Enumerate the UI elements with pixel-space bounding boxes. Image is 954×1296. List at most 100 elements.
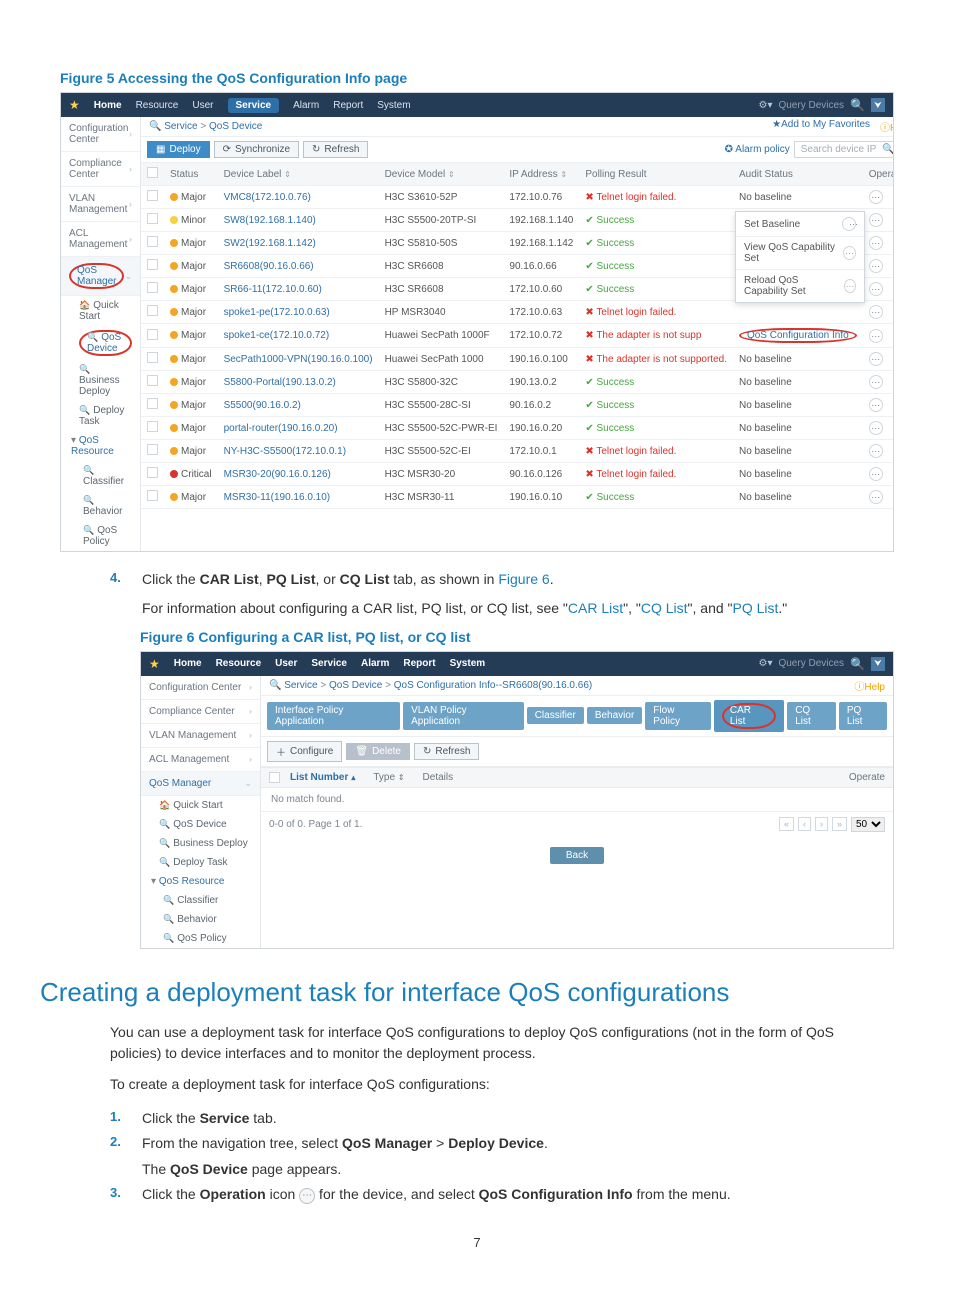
operation-icon[interactable]: ⋯ (869, 398, 883, 412)
row-checkbox[interactable] (147, 282, 158, 293)
nav-report[interactable]: Report (403, 658, 435, 669)
add-favorites[interactable]: ★Add to My Favorites (772, 119, 870, 134)
page-size-select[interactable]: 50 (851, 817, 885, 832)
device-link[interactable]: S5800-Portal(190.13.0.2) (224, 377, 336, 388)
tab-vlan-policy[interactable]: VLAN Policy Application (403, 702, 524, 730)
search-icon[interactable]: 🔍 (850, 657, 865, 671)
col-poll[interactable]: Polling Result (579, 163, 733, 186)
side-qos-policy[interactable]: 🔍QoS Policy (141, 929, 260, 948)
nav-alarm[interactable]: Alarm (361, 658, 389, 669)
tab-car-list[interactable]: CAR List (714, 700, 784, 732)
expand-icon[interactable]: ⮟ (871, 657, 885, 671)
side-config-center[interactable]: Configuration Center› (141, 676, 260, 700)
side-behavior[interactable]: 🔍Behavior (141, 910, 260, 929)
side-qos-resource[interactable]: QoS Resource (141, 872, 260, 891)
operation-icon[interactable]: ⋯ (869, 236, 883, 250)
pager-first[interactable]: « (779, 817, 794, 831)
col-model[interactable]: Device Model ⇕ (379, 163, 504, 186)
row-checkbox[interactable] (147, 305, 158, 316)
device-link[interactable]: MSR30-20(90.16.0.126) (224, 469, 331, 480)
side-vlan[interactable]: VLAN Management› (141, 724, 260, 748)
nav-resource[interactable]: Resource (136, 100, 179, 111)
query-devices[interactable]: Query Devices (778, 100, 844, 111)
col-status[interactable]: Status (164, 163, 218, 186)
side-deploy-task[interactable]: 🔍Deploy Task (141, 853, 260, 872)
deploy-button[interactable]: ▦Deploy (147, 141, 210, 158)
nav-alarm[interactable]: Alarm (293, 100, 319, 111)
device-link[interactable]: NY-H3C-S5500(172.10.0.1) (224, 446, 346, 457)
operation-icon[interactable]: ⋯ (869, 467, 883, 481)
col-list-number[interactable]: List Number ▴ (290, 772, 355, 783)
side-qos-device[interactable]: 🔍QoS Device (141, 815, 260, 834)
figure6-link[interactable]: Figure 6 (498, 571, 549, 587)
refresh-button[interactable]: ↻Refresh (303, 141, 368, 158)
nav-home[interactable]: Home (174, 658, 202, 669)
side-acl[interactable]: ACL Management› (141, 748, 260, 772)
row-checkbox[interactable] (147, 467, 158, 478)
side-quickstart[interactable]: 🏠Quick Start (141, 796, 260, 815)
operation-icon[interactable]: ⋯ (869, 375, 883, 389)
side-qos-manager[interactable]: QoS Manager⌄ (61, 257, 140, 296)
tab-cq-list[interactable]: CQ List (787, 702, 836, 730)
col-audit[interactable]: Audit Status (733, 163, 863, 186)
row-checkbox[interactable] (147, 352, 158, 363)
side-deploy-task[interactable]: 🔍Deploy Task (61, 401, 140, 431)
side-classifier[interactable]: 🔍Classifier (141, 891, 260, 910)
nav-system[interactable]: System (450, 658, 486, 669)
side-business-deploy[interactable]: 🔍Business Deploy (61, 360, 140, 401)
row-checkbox[interactable] (147, 375, 158, 386)
row-checkbox[interactable] (147, 444, 158, 455)
device-link[interactable]: SW2(192.168.1.142) (224, 238, 316, 249)
device-link[interactable]: SR6608(90.16.0.66) (224, 261, 314, 272)
operation-icon[interactable]: ⋯ (869, 282, 883, 296)
side-acl[interactable]: ACL Management› (61, 222, 140, 257)
nav-user[interactable]: User (192, 100, 213, 111)
operation-icon[interactable]: ⋯ (869, 305, 883, 319)
operation-icon[interactable]: ⋯ (869, 329, 883, 343)
nav-home[interactable]: Home (94, 100, 122, 111)
side-qos-resource[interactable]: QoS Resource (61, 431, 140, 461)
alarm-policy[interactable]: Alarm policy (725, 144, 790, 155)
side-compliance[interactable]: Compliance Center› (141, 700, 260, 724)
operation-icon[interactable]: ⋯ (869, 213, 883, 227)
device-link[interactable]: spoke1-ce(172.10.0.72) (224, 330, 330, 341)
search-icon[interactable]: 🔍 (850, 98, 865, 112)
back-button[interactable]: Back (550, 847, 604, 864)
side-compliance[interactable]: Compliance Center› (61, 152, 140, 187)
row-checkbox[interactable] (147, 421, 158, 432)
gear-icon[interactable]: ⚙▾ (758, 100, 772, 111)
query-devices[interactable]: Query Devices (778, 658, 844, 669)
pager-prev[interactable]: ‹ (798, 817, 811, 831)
operation-icon[interactable]: ⋯ (869, 421, 883, 435)
nav-service[interactable]: Service (228, 98, 280, 113)
refresh-button[interactable]: ↻Refresh (414, 743, 479, 760)
pager-next[interactable]: › (815, 817, 828, 831)
delete-button[interactable]: 🗑Delete (346, 743, 410, 760)
col-type[interactable]: Type ⇕ (373, 772, 404, 783)
device-link[interactable]: S5500(90.16.0.2) (224, 400, 301, 411)
device-link[interactable]: SW8(192.168.1.140) (224, 215, 316, 226)
device-link[interactable]: portal-router(190.16.0.20) (224, 423, 338, 434)
row-checkbox[interactable] (147, 329, 158, 340)
nav-user[interactable]: User (275, 658, 297, 669)
side-quickstart[interactable]: 🏠Quick Start (61, 296, 140, 326)
pager-last[interactable]: » (832, 817, 847, 831)
row-checkbox[interactable] (147, 190, 158, 201)
menu-reload-capability[interactable]: Reload QoS Capability Set⋯ (736, 270, 864, 302)
side-classifier[interactable]: 🔍Classifier (61, 461, 140, 491)
menu-set-baseline[interactable]: Set Baseline⋯ (736, 212, 864, 237)
row-checkbox[interactable] (147, 213, 158, 224)
side-qos-policy[interactable]: 🔍QoS Policy (61, 521, 140, 551)
col-label[interactable]: Device Label ⇕ (218, 163, 379, 186)
cq-list-link[interactable]: CQ List (641, 600, 688, 616)
device-link[interactable]: spoke1-pe(172.10.0.63) (224, 307, 330, 318)
operation-icon[interactable]: ⋯ (869, 490, 883, 504)
help-link[interactable]: ⓘHelp (854, 678, 885, 693)
help-link[interactable]: ⓘHelp (880, 119, 894, 134)
operation-icon[interactable]: ⋯ (869, 444, 883, 458)
configure-button[interactable]: ＋Configure (267, 741, 342, 762)
side-business-deploy[interactable]: 🔍Business Deploy (141, 834, 260, 853)
side-qos-manager[interactable]: QoS Manager⌄ (141, 772, 260, 796)
tab-pq-list[interactable]: PQ List (839, 702, 887, 730)
nav-report[interactable]: Report (333, 100, 363, 111)
